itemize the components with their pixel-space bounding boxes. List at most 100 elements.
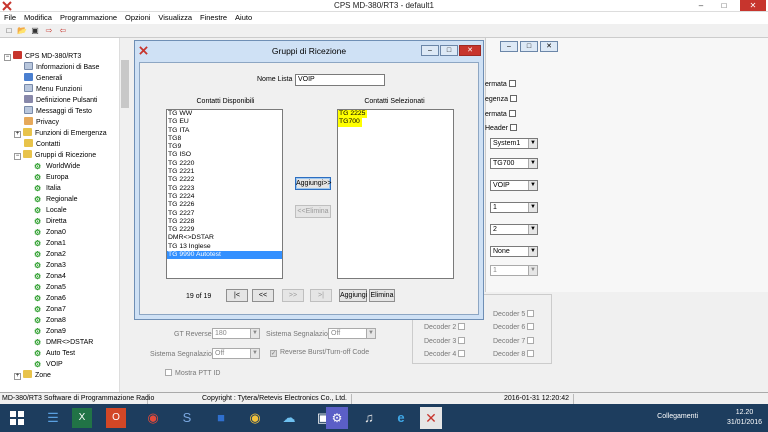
tree-group-zona5[interactable]: ⚙ Zona5	[34, 282, 66, 293]
close-button[interactable]: ✕	[740, 0, 766, 11]
settings-app-icon[interactable]: ⚙	[326, 407, 348, 429]
maximize-button[interactable]: □	[713, 0, 735, 11]
tree-item-funzioni-di-emergenza[interactable]: + Funzioni di Emergenza	[14, 128, 107, 139]
checkbox[interactable]	[508, 80, 516, 87]
list-item[interactable]: TG EU	[167, 118, 282, 126]
list-item[interactable]: TG 2221	[167, 168, 282, 176]
select-rx-group[interactable]: VOIP ▼	[490, 180, 538, 191]
cps-app-icon[interactable]: ✕	[420, 407, 442, 429]
tree-item-informazioni-di-base[interactable]: Informazioni di Base	[24, 62, 99, 73]
tree-item-gruppi-di-ricezione[interactable]: − Gruppi di Ricezione	[14, 150, 96, 161]
menu-file[interactable]: File	[4, 12, 16, 24]
menu-programmazione[interactable]: Programmazione	[60, 12, 117, 24]
dialog-close-button[interactable]: ✕	[459, 45, 481, 56]
select-color-code[interactable]: 1 ▼	[490, 202, 538, 213]
decoder-6[interactable]: Decoder 6	[493, 323, 535, 331]
menu-modifica[interactable]: Modifica	[24, 12, 52, 24]
add-list-button[interactable]: Aggiungi	[339, 289, 367, 302]
menu-finestre[interactable]: Finestre	[200, 12, 227, 24]
select-privacy-system[interactable]: System1 ▼	[490, 138, 538, 149]
menu-visualizza[interactable]: Visualizza	[158, 12, 192, 24]
tree-group-auto-test[interactable]: ⚙ Auto Test	[34, 348, 75, 359]
explorer-icon[interactable]: ☰	[40, 406, 66, 430]
selected-contacts-list[interactable]: TG 2225 TG700	[337, 109, 454, 279]
check-row-3[interactable]: ermata	[485, 110, 516, 118]
tree-group-zona9[interactable]: ⚙ Zona9	[34, 326, 66, 337]
open-folder-icon[interactable]: 📂	[17, 26, 27, 36]
tree-group-zona3[interactable]: ⚙ Zona3	[34, 260, 66, 271]
gt-reverse-select[interactable]: 180 ▼	[212, 328, 260, 339]
windows-app-icon[interactable]: ■	[208, 406, 234, 430]
available-contacts-list[interactable]: TG WW TG EU TG ITA TG8 TG9 TG ISO TG 222…	[166, 109, 283, 279]
list-item[interactable]: TG WW	[167, 110, 282, 118]
select-timeslot[interactable]: 2 ▼	[490, 224, 538, 235]
decoder-8[interactable]: Decoder 8	[493, 350, 535, 358]
tree-group-zona4[interactable]: ⚙ Zona4	[34, 271, 66, 282]
list-item[interactable]: TG 2224	[167, 193, 282, 201]
list-item-selected[interactable]: TG 9990 Autotest	[167, 251, 282, 260]
clock[interactable]: 12.20 31/01/2016	[727, 408, 762, 428]
save-icon[interactable]: ▣	[30, 26, 40, 36]
tree-group-diretta[interactable]: ⚙ Diretta	[34, 216, 67, 227]
tree-item-menu-funzioni[interactable]: Menu Funzioni	[24, 84, 82, 95]
list-item[interactable]: TG 2229	[167, 226, 282, 234]
list-item[interactable]: DMR<>DSTAR	[167, 234, 282, 242]
list-item[interactable]: TG 2226	[167, 201, 282, 209]
tree-item-definizione-pulsanti[interactable]: Definizione Pulsanti	[24, 95, 97, 106]
select-disabled[interactable]: 1 ▼	[490, 265, 538, 276]
list-item[interactable]: TG 2228	[167, 218, 282, 226]
internet-explorer-icon[interactable]: e	[388, 406, 414, 430]
tree-group-worldwide[interactable]: ⚙ WorldWide	[34, 161, 80, 172]
new-file-icon[interactable]: □	[4, 26, 14, 36]
next-button[interactable]: >>	[282, 289, 304, 302]
tree-group-italia[interactable]: ⚙ Italia	[34, 183, 61, 194]
list-item[interactable]: TG700	[338, 118, 362, 127]
check-row-4[interactable]: Header	[485, 124, 517, 132]
reverse-burst-check[interactable]: ✓ Reverse Burst/Turn-off Code	[270, 349, 369, 357]
tree-item-privacy[interactable]: Privacy	[24, 117, 59, 128]
child-close-button[interactable]: ✕	[540, 41, 558, 52]
list-item[interactable]: TG 2220	[167, 160, 282, 168]
decoder-4[interactable]: Decoder 4	[424, 350, 466, 358]
list-item[interactable]: TG8	[167, 135, 282, 143]
tree-item-messaggi-di-testo[interactable]: Messaggi di Testo	[24, 106, 92, 117]
minimize-button[interactable]: –	[690, 0, 712, 11]
tree-group-regionale[interactable]: ⚙ Regionale	[34, 194, 78, 205]
sistema-segnalazione-select[interactable]: Off ▼	[328, 328, 376, 339]
tree-item-contatti[interactable]: Contatti	[24, 139, 60, 150]
tree-group-dmr-dstar[interactable]: ⚙ DMR<>DSTAR	[34, 337, 93, 348]
checkbox[interactable]	[509, 124, 517, 131]
tree-root[interactable]: − CPS MD-380/RT3	[4, 51, 81, 62]
list-item[interactable]: TG 2225	[338, 110, 368, 119]
tree-item-zone[interactable]: + Zone	[14, 370, 51, 381]
child-maximize-button[interactable]: □	[520, 41, 538, 52]
check-row-1[interactable]: ermata	[485, 80, 516, 88]
last-button[interactable]: >|	[310, 289, 332, 302]
check-row-2[interactable]: egenza	[485, 95, 517, 103]
select-contact[interactable]: TG700 ▼	[490, 158, 538, 169]
tree-group-locale[interactable]: ⚙ Locale	[34, 205, 67, 216]
tree-group-voip[interactable]: ⚙ VOIP	[34, 359, 63, 370]
tree-scrollbar[interactable]	[119, 38, 130, 392]
mostra-ptt-id-check[interactable]: Mostra PTT ID	[165, 369, 220, 377]
list-item[interactable]: TG 13 Inglese	[167, 243, 282, 251]
chrome-canary-icon[interactable]: ◉	[242, 406, 268, 430]
tree-group-zona7[interactable]: ⚙ Zona7	[34, 304, 66, 315]
list-item[interactable]: TG 2227	[167, 210, 282, 218]
list-item[interactable]: TG 2222	[167, 176, 282, 184]
child-minimize-button[interactable]: –	[500, 41, 518, 52]
itunes-icon[interactable]: ♫	[356, 406, 382, 430]
list-item[interactable]: TG 2223	[167, 185, 282, 193]
photos-icon[interactable]: ☁	[276, 406, 302, 430]
office-icon[interactable]: O	[106, 408, 126, 428]
excel-icon[interactable]: X	[72, 408, 92, 428]
prev-button[interactable]: <<	[252, 289, 274, 302]
decoder-3[interactable]: Decoder 3	[424, 337, 466, 345]
select-emergency[interactable]: None ▼	[490, 246, 538, 257]
add-button[interactable]: Aggiungi>>	[295, 177, 331, 190]
decoder-5[interactable]: Decoder 5	[493, 310, 535, 318]
checkbox[interactable]	[509, 95, 517, 102]
checkbox[interactable]	[508, 110, 516, 117]
tree-item-generali[interactable]: Generali	[24, 73, 62, 84]
first-button[interactable]: |<	[226, 289, 248, 302]
